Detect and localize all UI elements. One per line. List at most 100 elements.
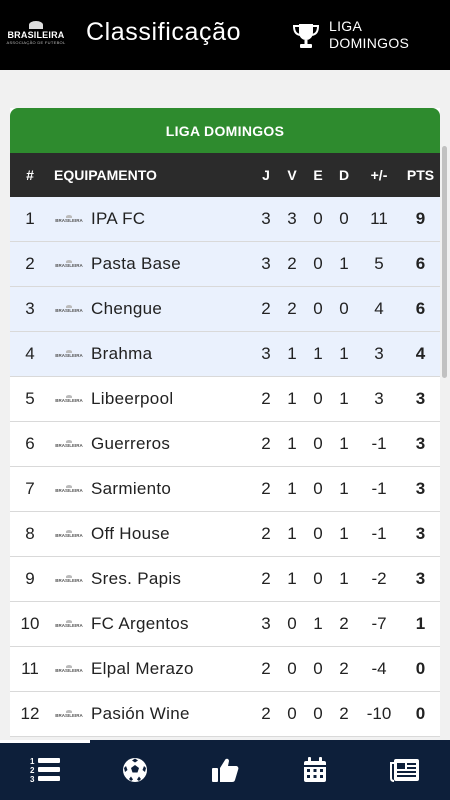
team-cell: BRASILEIRA FC Argentos [50,614,253,634]
table-row[interactable]: 1 BRASILEIRA IPA FC 3 3 0 0 11 9 [10,197,440,242]
cell-d: 1 [339,344,349,363]
nav-standings[interactable]: 1 2 3 [0,740,90,800]
team-cell: BRASILEIRA Sres. Papis [50,569,253,589]
col-e-header: E [313,167,323,183]
cell-diff: 5 [374,254,384,273]
cell-v: 1 [287,434,297,453]
cell-diff: -1 [371,479,387,498]
news-icon [390,759,419,782]
team-logo-icon: BRASILEIRA [55,303,83,315]
team-logo-icon: BRASILEIRA [55,258,83,270]
cell-diff: -10 [366,704,392,723]
team-cell: BRASILEIRA Pasta Base [50,254,253,274]
team-cell: BRASILEIRA Chengue [50,299,253,319]
table-row[interactable]: 5 BRASILEIRA Libeerpool 2 1 0 1 3 3 [10,377,440,422]
standings-content[interactable]: LIGA DOMINGOS # EQUIPAMENTO J V E D +/- … [0,70,450,740]
cell-j: 2 [261,389,271,408]
cell-j: 3 [261,209,271,228]
team-name: IPA FC [91,209,146,228]
team-name: FC Argentos [91,614,189,633]
cell-v: 0 [287,704,297,723]
bottom-navbar: 1 2 3 [0,740,450,800]
cell-j: 3 [261,344,271,363]
cell-pts: 3 [415,389,426,408]
cell-v: 3 [287,209,297,228]
nav-news[interactable] [360,740,450,800]
cell-pts: 3 [415,479,426,498]
cell-e: 0 [313,479,323,498]
team-logo-icon: BRASILEIRA [55,708,83,720]
cell-e: 0 [313,299,323,318]
cell-j: 2 [261,479,271,498]
table-row[interactable]: 2 BRASILEIRA Pasta Base 3 2 0 1 5 6 [10,242,440,287]
cell-d: 1 [339,389,349,408]
team-name: Off House [91,524,170,543]
calendar-icon [304,757,326,782]
cell-pos: 12 [20,704,40,723]
cell-j: 2 [261,569,271,588]
cell-diff: 3 [374,389,384,408]
cell-pts: 6 [415,254,426,273]
col-j-header: J [262,167,270,183]
table-row[interactable]: 8 BRASILEIRA Off House 2 1 0 1 -1 3 [10,512,440,557]
table-row[interactable]: 4 BRASILEIRA Brahma 3 1 1 1 3 4 [10,332,440,377]
cell-pos: 1 [25,209,35,228]
cell-diff: -2 [371,569,387,588]
col-v-header: V [287,167,297,183]
table-row[interactable]: 12 BRASILEIRA Pasión Wine 2 0 0 2 -10 0 [10,692,440,737]
cell-pos: 10 [20,614,40,633]
cell-d: 1 [339,254,349,273]
table-row[interactable]: 11 BRASILEIRA Elpal Merazo 2 0 0 2 -4 0 [10,647,440,692]
cell-diff: 11 [370,209,388,228]
table-row[interactable]: 9 BRASILEIRA Sres. Papis 2 1 0 1 -2 3 [10,557,440,602]
cell-e: 0 [313,254,323,273]
thumbs-up-icon [212,758,239,782]
cell-d: 2 [339,659,349,678]
cell-diff: 3 [374,344,384,363]
team-cell: BRASILEIRA Off House [50,524,253,544]
team-logo-icon: BRASILEIRA [55,438,83,450]
col-diff-header: +/- [370,167,388,183]
app-header: BRASILEIRA ASSOCIAÇÃO DE FUTEBOL Classif… [0,0,450,70]
cell-pts: 3 [415,569,426,588]
cell-pos: 5 [25,389,35,408]
table-row[interactable]: 10 BRASILEIRA FC Argentos 3 0 1 2 -7 1 [10,602,440,647]
cell-e: 0 [313,434,323,453]
nav-matches[interactable] [90,740,180,800]
table-row[interactable]: 6 BRASILEIRA Guerreros 2 1 0 1 -1 3 [10,422,440,467]
scrollbar[interactable] [442,146,447,378]
cell-diff: 4 [374,299,384,318]
team-name: Pasión Wine [91,704,190,723]
cell-e: 0 [313,209,323,228]
cell-pts: 3 [415,524,426,543]
team-name: Pasta Base [91,254,181,273]
league-selector[interactable]: LIGA DOMINGOS [329,18,409,52]
nav-calendar[interactable] [270,740,360,800]
cell-pts: 0 [415,659,426,678]
team-name: Guerreros [91,434,171,453]
col-team-header: EQUIPAMENTO [54,167,157,183]
table-row[interactable]: 7 BRASILEIRA Sarmiento 2 1 0 1 -1 3 [10,467,440,512]
team-name: Sarmiento [91,479,172,498]
cell-pos: 4 [25,344,35,363]
cell-v: 1 [287,524,297,543]
team-name: Brahma [91,344,153,363]
team-name: Chengue [91,299,163,318]
team-cell: BRASILEIRA Pasión Wine [50,704,253,724]
logo-word: BRASILEIRA [7,30,65,40]
app-logo[interactable]: BRASILEIRA ASSOCIAÇÃO DE FUTEBOL [6,20,66,46]
cell-pos: 7 [25,479,35,498]
nav-vote[interactable] [180,740,270,800]
cell-d: 1 [339,524,349,543]
standings-card-title: LIGA DOMINGOS [10,108,440,153]
team-logo-icon: BRASILEIRA [55,393,83,405]
col-pts-header: PTS [406,167,435,183]
cell-pts: 4 [415,344,426,363]
cell-e: 0 [313,704,323,723]
team-cell: BRASILEIRA IPA FC [50,209,253,229]
cell-pts: 0 [415,704,426,723]
team-cell: BRASILEIRA Libeerpool [50,389,253,409]
table-row[interactable]: 3 BRASILEIRA Chengue 2 2 0 0 4 6 [10,287,440,332]
team-cell: BRASILEIRA Guerreros [50,434,253,454]
cell-pos: 11 [21,659,39,678]
